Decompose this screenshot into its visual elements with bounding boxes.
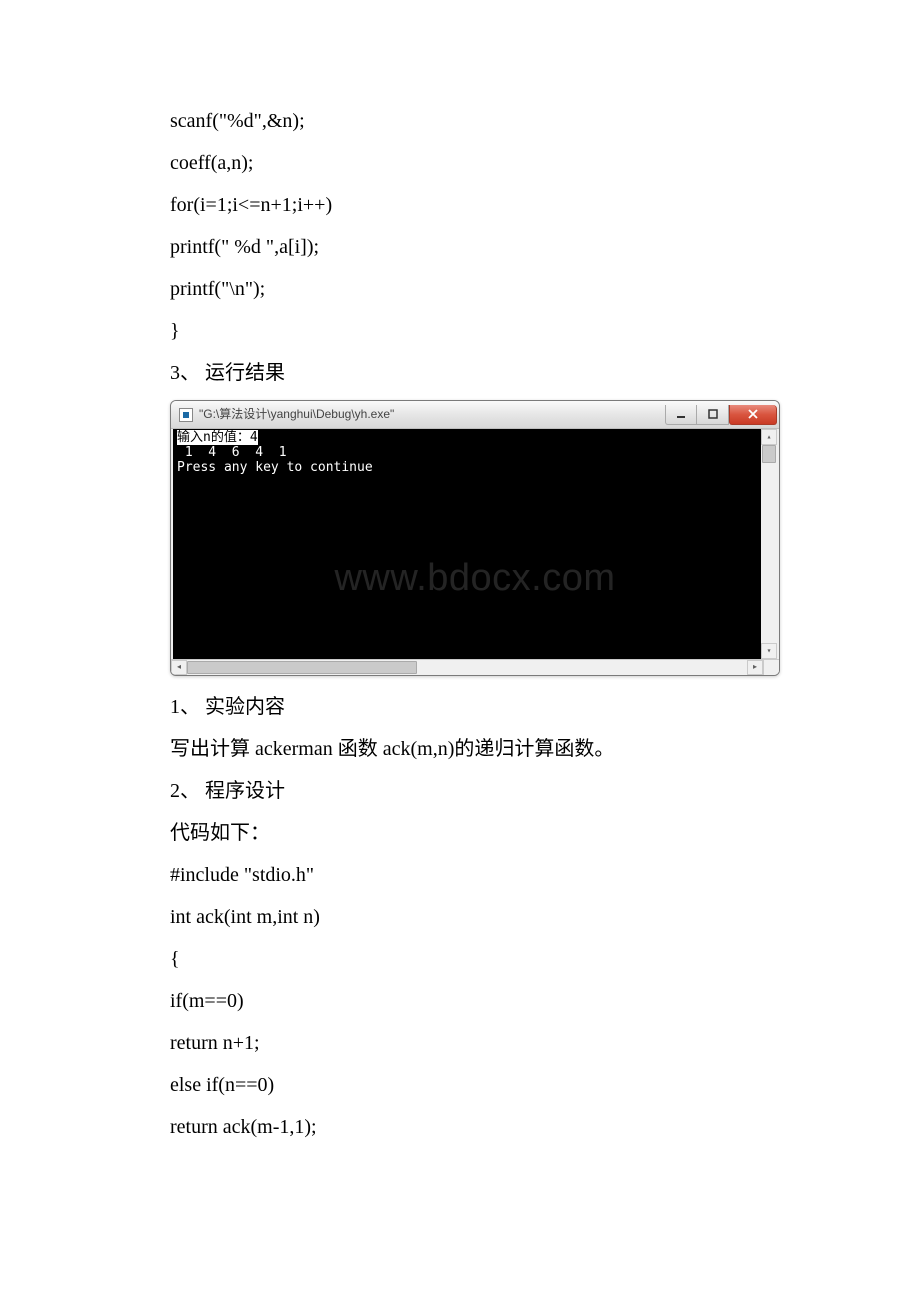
scroll-right-icon[interactable]: ▸: [747, 660, 763, 675]
code-line: printf("\n");: [170, 268, 750, 310]
console-output-line: 输入n的值：4: [177, 430, 258, 445]
code-intro: 代码如下：: [170, 812, 750, 854]
scroll-thumb[interactable]: [762, 445, 776, 463]
app-icon: [179, 408, 193, 422]
code-line: #include "stdio.h": [170, 854, 750, 896]
code-line: return ack(m-1,1);: [170, 1106, 750, 1148]
scroll-track[interactable]: [761, 445, 777, 643]
code-line: {: [170, 938, 750, 980]
scroll-track[interactable]: [187, 660, 747, 675]
maximize-button[interactable]: [697, 405, 729, 425]
scroll-thumb[interactable]: [187, 661, 417, 674]
console-body: 输入n的值：4 1 4 6 4 1 Press any key to conti…: [171, 429, 779, 659]
experiment-content-text: 写出计算 ackerman 函数 ack(m,n)的递归计算函数。: [170, 728, 750, 770]
window-buttons: [665, 405, 777, 425]
code-line: else if(n==0): [170, 1064, 750, 1106]
scroll-up-icon[interactable]: ▴: [761, 429, 777, 445]
section-run-result: 3、 运行结果: [170, 352, 750, 394]
scroll-left-icon[interactable]: ◂: [171, 660, 187, 675]
code-line: coeff(a,n);: [170, 142, 750, 184]
code-line: return n+1;: [170, 1022, 750, 1064]
code-line: scanf("%d",&n);: [170, 100, 750, 142]
code-line: int ack(int m,int n): [170, 896, 750, 938]
scroll-down-icon[interactable]: ▾: [761, 643, 777, 659]
minimize-button[interactable]: [665, 405, 697, 425]
code-line: if(m==0): [170, 980, 750, 1022]
horizontal-scrollbar[interactable]: ◂ ▸: [171, 659, 779, 675]
window-title: "G:\算法设计\yanghui\Debug\yh.exe": [199, 402, 665, 427]
scrollbar-corner: [763, 660, 779, 675]
code-line: printf(" %d ",a[i]);: [170, 226, 750, 268]
console-output-line: 1 4 6 4 1: [177, 446, 773, 461]
section-experiment-content: 1、 实验内容: [170, 686, 750, 728]
vertical-scrollbar[interactable]: ▴ ▾: [761, 429, 777, 659]
close-button[interactable]: [729, 405, 777, 425]
console-window: "G:\算法设计\yanghui\Debug\yh.exe" 输入n的值：4 1…: [170, 400, 780, 676]
section-program-design: 2、 程序设计: [170, 770, 750, 812]
code-line: for(i=1;i<=n+1;i++): [170, 184, 750, 226]
titlebar[interactable]: "G:\算法设计\yanghui\Debug\yh.exe": [171, 401, 779, 429]
console-output-line: Press any key to continue: [177, 461, 773, 476]
watermark: www.bdocx.com: [334, 557, 615, 601]
code-line: }: [170, 310, 750, 352]
